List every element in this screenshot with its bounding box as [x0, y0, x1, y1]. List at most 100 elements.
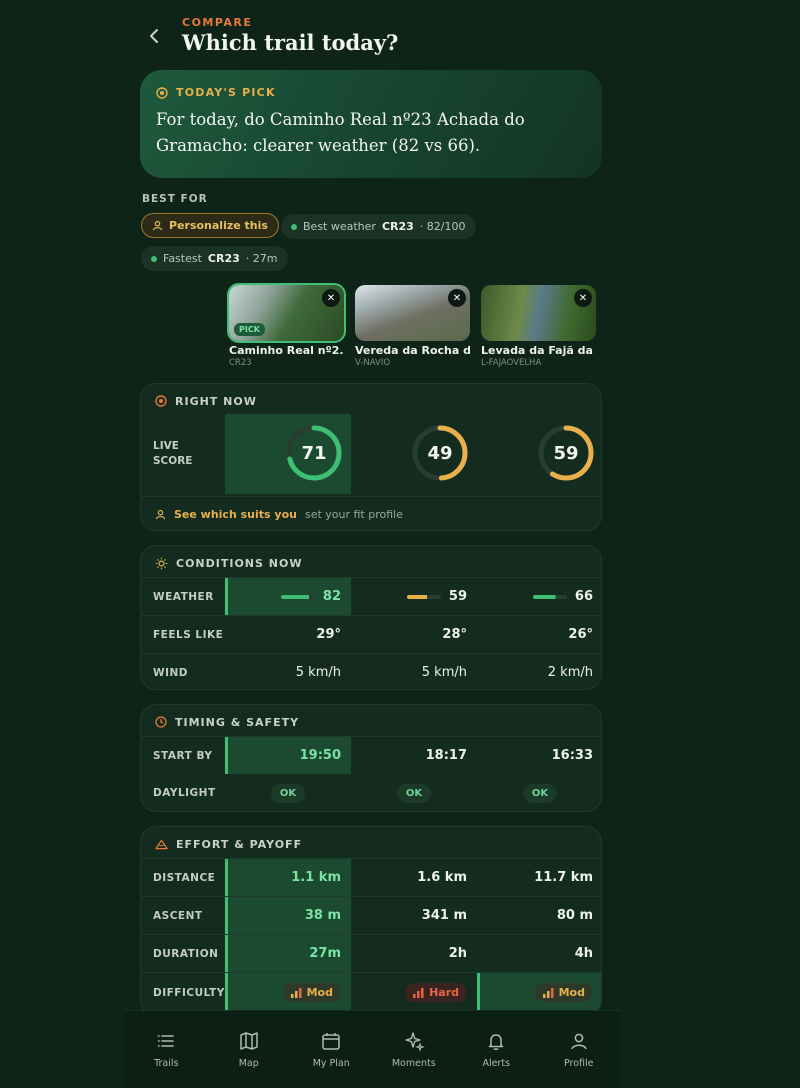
trail-code: CR23 — [229, 358, 252, 368]
mountain-icon — [155, 839, 168, 850]
score-value: 59 — [553, 442, 579, 464]
duration-value: 2h — [448, 946, 467, 961]
status-dot — [291, 223, 297, 230]
fit-hint: set your fit profile — [304, 508, 403, 521]
ascent-value: 80 m — [556, 908, 593, 923]
start-by-row: START BY 19:50 18:17 16:33 — [141, 736, 601, 774]
back-chevron-icon[interactable] — [146, 27, 164, 45]
status-dot — [151, 255, 157, 262]
ascent-value: 341 m — [421, 908, 467, 923]
clock-icon — [155, 716, 167, 728]
nav-label: Moments — [391, 1058, 436, 1069]
start-value: 16:33 — [551, 748, 593, 763]
conditions-card: CONDITIONS NOW WEATHER 82 59 66 FEELS LI… — [140, 545, 602, 690]
wind-row: WIND 5 km/h 5 km/h 2 km/h — [141, 653, 601, 689]
trail-photo: ✕ — [481, 285, 596, 341]
trail-name: Levada da Fajã da ... — [481, 344, 596, 357]
difficulty-label: Mod — [306, 986, 333, 999]
duration-value: 27m — [225, 935, 351, 972]
section-title: RIGHT NOW — [175, 394, 257, 408]
target-icon — [155, 395, 167, 407]
timing-card: TIMING & SAFETY START BY 19:50 18:17 16:… — [140, 704, 602, 812]
fit-link[interactable]: See which suits you — [174, 508, 297, 521]
score-value: 49 — [427, 442, 453, 464]
nav-label: My Plan — [312, 1058, 350, 1069]
row-label: DIFFICULTY — [153, 986, 225, 999]
section-title: EFFORT & PAYOFF — [176, 837, 303, 851]
nav-map[interactable]: Map — [208, 1011, 291, 1088]
sparkle-icon — [405, 1032, 425, 1052]
score-ring: 49 — [410, 423, 470, 483]
nav-moments[interactable]: Moments — [373, 1011, 456, 1088]
feels-value: 28° — [442, 627, 467, 642]
start-value: 19:50 — [225, 737, 351, 774]
trail-card-l-fajaovelha[interactable]: ✕ Levada da Fajã da ... L-FAJAOVELHA — [481, 285, 596, 368]
trail-name: Vereda da Rocha d... — [355, 344, 470, 357]
pick-badge: PICK — [234, 323, 265, 336]
chip-suffix: · 27m — [245, 252, 278, 265]
row-label: WEATHER — [153, 590, 214, 603]
weather-bar — [532, 594, 567, 599]
duration-row: DURATION 27m 2h 4h — [141, 934, 601, 972]
trail-card-v-navio[interactable]: ✕ Vereda da Rocha d... V-NAVIO — [355, 285, 470, 368]
difficulty-badge: Hard — [405, 983, 467, 1002]
ascent-value: 38 m — [225, 897, 351, 934]
row-label: WIND — [153, 666, 188, 679]
distance-value: 1.6 km — [417, 870, 467, 885]
pick-label: TODAY'S PICK — [176, 86, 276, 99]
feels-value: 29° — [316, 627, 341, 642]
nav-label: Map — [238, 1058, 259, 1069]
nav-my-plan[interactable]: My Plan — [290, 1011, 373, 1088]
difficulty-row: DIFFICULTY Mod Hard Mod — [141, 972, 601, 1012]
trail-photo: ✕ PICK — [227, 283, 346, 343]
distance-value: 11.7 km — [534, 870, 593, 885]
wind-value: 5 km/h — [421, 665, 467, 680]
chip-prefix: Fastest — [163, 252, 202, 265]
section-title: TIMING & SAFETY — [175, 715, 300, 729]
fit-profile-row[interactable]: See which suits you set your fit profile — [141, 496, 601, 530]
nav-trails[interactable]: Trails — [125, 1011, 208, 1088]
right-now-card: RIGHT NOW LIVE SCORE 71 49 59 See which … — [140, 383, 602, 531]
difficulty-badge: Mod — [534, 983, 593, 1002]
trail-code: V-NAVIO — [355, 358, 391, 368]
distance-value: 1.1 km — [225, 859, 351, 896]
page-eyebrow: COMPARE — [182, 16, 253, 29]
score-value: 71 — [301, 442, 327, 464]
remove-trail-button[interactable]: ✕ — [574, 289, 592, 307]
todays-pick-card: TODAY'S PICK For today, do Caminho Real … — [140, 70, 602, 178]
live-label: LIVE — [153, 440, 179, 452]
remove-trail-button[interactable]: ✕ — [322, 289, 340, 307]
bell-icon — [489, 1034, 504, 1050]
best-weather-chip[interactable]: Best weather CR23 · 82/100 — [281, 214, 476, 239]
page-title: Which trail today? — [182, 30, 399, 55]
fastest-chip[interactable]: Fastest CR23 · 27m — [141, 246, 288, 271]
difficulty-label: Mod — [558, 986, 585, 999]
weather-bar — [280, 594, 315, 599]
score-label: SCORE — [153, 455, 193, 467]
trail-photo: ✕ — [355, 285, 470, 341]
row-label: START BY — [153, 749, 213, 762]
trail-card-cr23[interactable]: ✕ PICK Caminho Real nº2... CR23 — [227, 283, 346, 368]
personalize-button[interactable]: Personalize this — [141, 213, 279, 238]
daylight-row: DAYLIGHT OK OK OK — [141, 774, 601, 811]
chip-suffix: · 82/100 — [419, 220, 466, 233]
calendar-icon — [322, 1033, 340, 1050]
score-ring: 59 — [536, 423, 596, 483]
ascent-row: ASCENT 38 m 341 m 80 m — [141, 896, 601, 934]
weather-value: 82 — [322, 589, 341, 604]
chip-code: CR23 — [207, 252, 240, 265]
bottom-nav: Trails Map My Plan Moments Alerts Profil… — [125, 1010, 620, 1088]
trail-name: Caminho Real nº2... — [229, 344, 344, 357]
nav-alerts[interactable]: Alerts — [455, 1011, 538, 1088]
target-icon — [156, 86, 168, 99]
difficulty-label: Hard — [429, 986, 459, 999]
signal-bars-icon — [413, 987, 424, 998]
remove-trail-button[interactable]: ✕ — [448, 289, 466, 307]
start-value: 18:17 — [425, 748, 467, 763]
score-ring: 71 — [284, 423, 344, 483]
nav-profile[interactable]: Profile — [538, 1011, 621, 1088]
signal-bars-icon — [542, 987, 554, 998]
person-icon — [571, 1033, 587, 1050]
feels-value: 26° — [568, 627, 593, 642]
difficulty-badge: Mod — [282, 983, 341, 1002]
